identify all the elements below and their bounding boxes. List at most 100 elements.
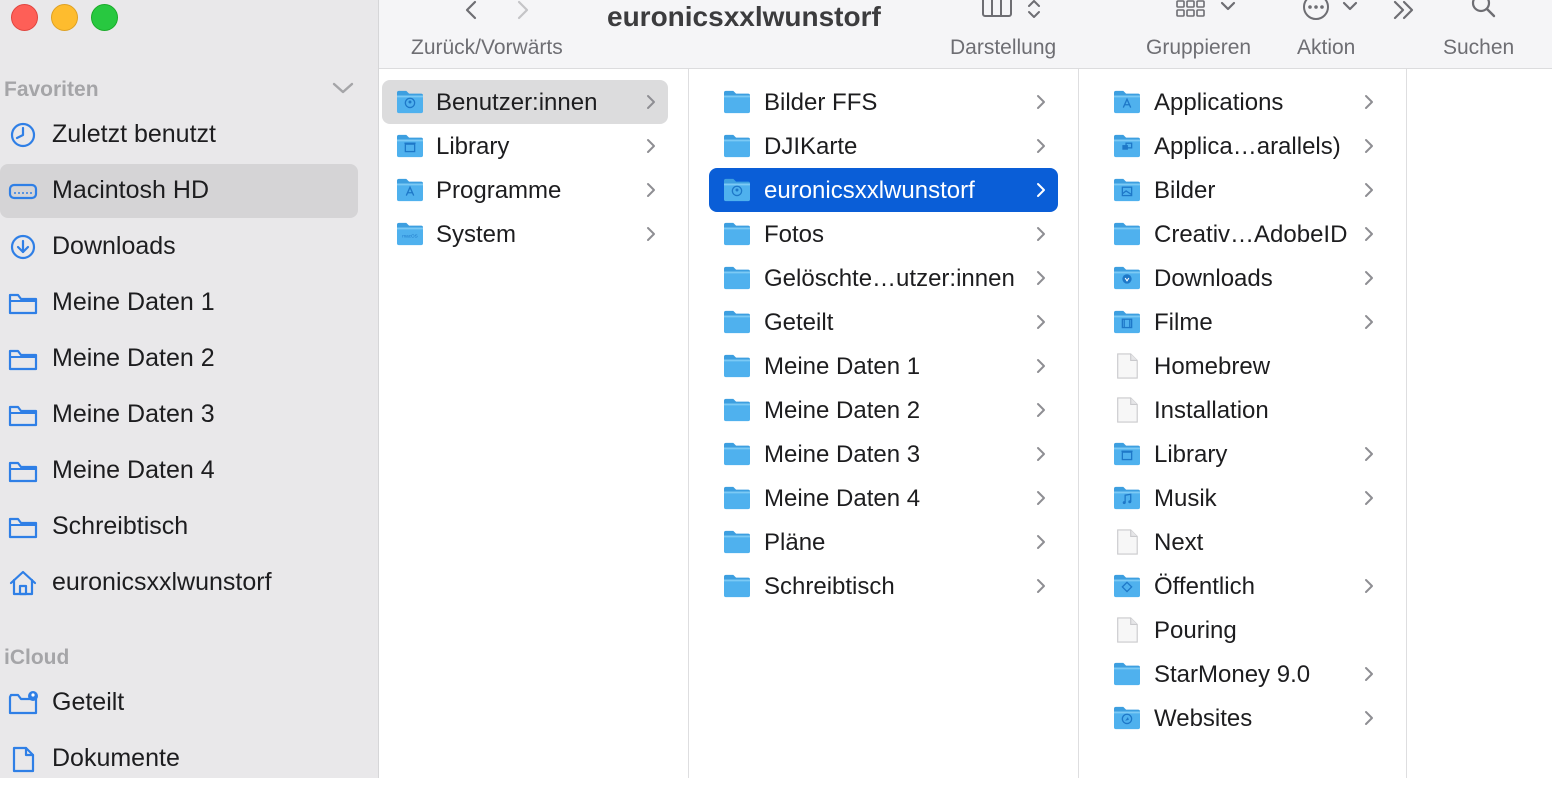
sidebar-item[interactable]: Meine Daten 4 — [0, 444, 358, 498]
file-row[interactable]: Library — [1099, 432, 1389, 476]
folder-icon — [724, 574, 750, 598]
chevron-right-icon — [1365, 447, 1373, 461]
sidebar-item[interactable]: Downloads — [0, 220, 358, 274]
movies-folder-icon — [1114, 310, 1140, 334]
file-row[interactable]: Creativ…AdobeID — [1099, 212, 1389, 256]
action-chevron-down-icon[interactable] — [1341, 0, 1359, 14]
folder-icon — [1114, 222, 1140, 246]
back-forward-label: Zurück/Vorwärts — [411, 36, 563, 59]
favorites-heading[interactable]: Favoriten — [4, 78, 99, 102]
file-name: Pouring — [1154, 617, 1237, 644]
chevron-right-icon — [647, 183, 655, 197]
file-row[interactable]: Filme — [1099, 300, 1389, 344]
forward-chevron-icon[interactable] — [513, 0, 533, 20]
sidebar-item-label: Meine Daten 2 — [52, 344, 215, 372]
file-row[interactable]: Öffentlich — [1099, 564, 1389, 608]
file-row[interactable]: Library — [382, 124, 668, 168]
public-folder-icon — [1114, 574, 1140, 598]
file-row[interactable]: Gelöschte…utzer:innen — [709, 256, 1058, 300]
more-toolbar-items-icon[interactable] — [1391, 0, 1419, 20]
parallels-folder-icon — [1114, 134, 1140, 158]
file-row[interactable]: Musik — [1099, 476, 1389, 520]
file-name: Benutzer:innen — [436, 89, 598, 116]
view-label: Darstellung — [950, 36, 1057, 59]
file-row[interactable]: StarMoney 9.0 — [1099, 652, 1389, 696]
file-row[interactable]: Installation — [1099, 388, 1389, 432]
file-name: Library — [1154, 441, 1228, 468]
sidebar-item[interactable]: Meine Daten 3 — [0, 388, 358, 442]
folder-icon — [724, 310, 750, 334]
chevron-right-icon — [1037, 491, 1045, 505]
sidebar-item[interactable]: Meine Daten 2 — [0, 332, 358, 386]
zoom-window-button[interactable] — [91, 4, 118, 31]
file-row[interactable]: Meine Daten 4 — [709, 476, 1058, 520]
file-row[interactable]: Applications — [1099, 80, 1389, 124]
action-ellipsis-icon[interactable] — [1301, 0, 1331, 22]
file-name: Websites — [1154, 705, 1253, 732]
file-row[interactable]: Downloads — [1099, 256, 1389, 300]
minimize-window-button[interactable] — [51, 4, 78, 31]
file-row[interactable]: Pouring — [1099, 608, 1389, 652]
icloud-heading: iCloud — [4, 646, 70, 669]
back-chevron-icon[interactable] — [461, 0, 481, 20]
file-row[interactable]: Fotos — [709, 212, 1058, 256]
file-icon — [1117, 397, 1138, 423]
file-row[interactable]: Geteilt — [709, 300, 1058, 344]
sidebar-item[interactable]: Geteilt — [0, 676, 358, 730]
sidebar-item-label: Meine Daten 4 — [52, 456, 215, 484]
chevron-right-icon — [1037, 95, 1045, 109]
file-row[interactable]: euronicsxxlwunstorf — [709, 168, 1058, 212]
file-row[interactable]: macOS System — [382, 212, 668, 256]
sidebar-item-label: Macintosh HD — [52, 176, 209, 204]
chevron-right-icon — [647, 227, 655, 241]
sidebar-item[interactable]: Meine Daten 1 — [0, 276, 358, 330]
chevron-right-icon — [1037, 271, 1045, 285]
pictures-folder-icon — [1114, 178, 1140, 202]
column-1: Benutzer:innen Library Programme macOS Sy… — [379, 69, 689, 778]
file-row[interactable]: Meine Daten 1 — [709, 344, 1058, 388]
file-row[interactable]: Applica…arallels) — [1099, 124, 1389, 168]
file-row[interactable]: Websites — [1099, 696, 1389, 740]
chevron-right-icon — [1037, 139, 1045, 153]
sidebar-item-label: Dokumente — [52, 744, 180, 772]
file-name: Fotos — [764, 221, 825, 248]
folder-icon — [724, 266, 750, 290]
sidebar-item-label: Zuletzt benutzt — [52, 120, 216, 148]
chevron-right-icon — [1037, 183, 1045, 197]
column-view-icon[interactable] — [981, 0, 1015, 20]
file-row[interactable]: Pläne — [709, 520, 1058, 564]
file-name: DJIKarte — [764, 133, 858, 160]
folder-icon — [8, 405, 38, 427]
chevron-right-icon — [1365, 711, 1373, 725]
sidebar-item[interactable]: euronicsxxlwunstorf — [0, 556, 358, 610]
file-row[interactable]: Programme — [382, 168, 668, 212]
file-row[interactable]: Benutzer:innen — [382, 80, 668, 124]
chevron-right-icon — [1365, 139, 1373, 153]
chevron-down-icon[interactable] — [330, 78, 356, 98]
sidebar-item[interactable]: Schreibtisch — [0, 500, 358, 554]
sidebar-item[interactable]: Zuletzt benutzt — [0, 108, 358, 162]
file-row[interactable]: Next — [1099, 520, 1389, 564]
sidebar-item[interactable]: Macintosh HD — [0, 164, 358, 218]
view-options-chevron-icon[interactable] — [1026, 0, 1042, 22]
file-row[interactable]: DJIKarte — [709, 124, 1058, 168]
file-row[interactable]: Bilder — [1099, 168, 1389, 212]
harddrive-icon — [8, 183, 38, 200]
users-folder-icon — [397, 90, 423, 114]
search-icon[interactable] — [1469, 0, 1497, 22]
group-chevron-down-icon[interactable] — [1219, 0, 1237, 14]
file-row[interactable]: Homebrew — [1099, 344, 1389, 388]
folder-icon — [8, 293, 38, 315]
file-row[interactable]: Meine Daten 2 — [709, 388, 1058, 432]
file-name: Creativ…AdobeID — [1154, 221, 1348, 248]
file-name: euronicsxxlwunstorf — [764, 177, 975, 204]
chevron-right-icon — [1037, 579, 1045, 593]
close-window-button[interactable] — [11, 4, 38, 31]
file-row[interactable]: Bilder FFS — [709, 80, 1058, 124]
file-name: Pläne — [764, 529, 826, 556]
file-row[interactable]: Meine Daten 3 — [709, 432, 1058, 476]
group-grid-icon[interactable] — [1175, 0, 1207, 20]
file-name: StarMoney 9.0 — [1154, 661, 1311, 688]
file-row[interactable]: Schreibtisch — [709, 564, 1058, 608]
folder-icon — [724, 486, 750, 510]
